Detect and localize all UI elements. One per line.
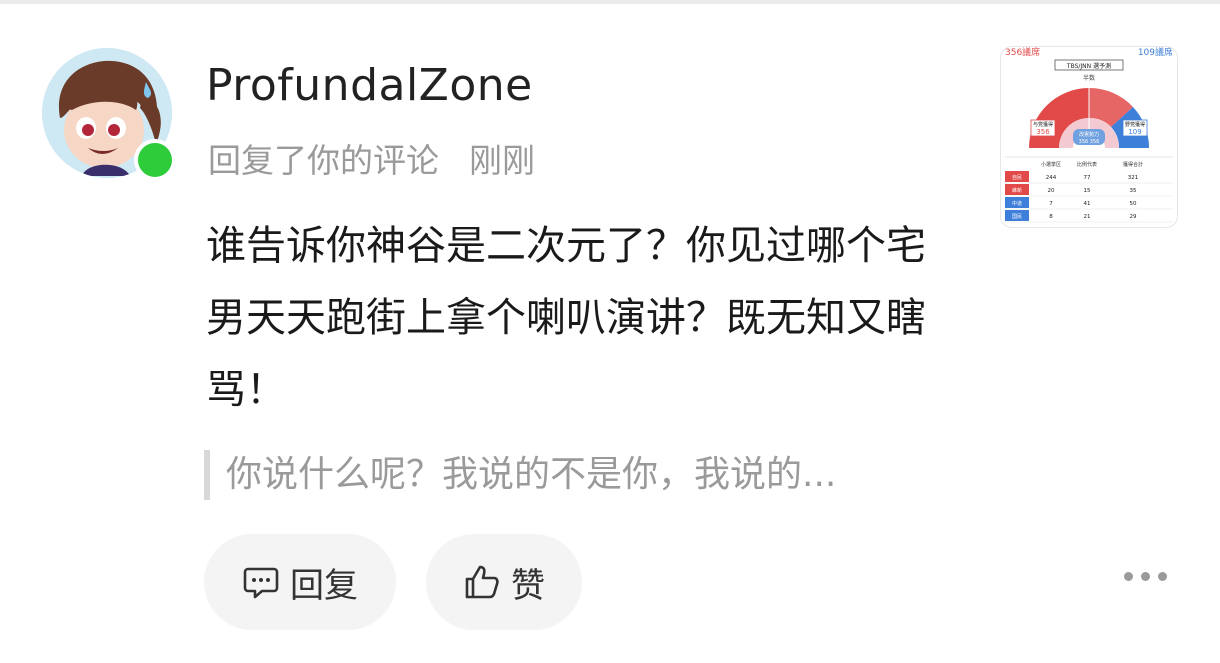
thumb-table-header: 獲得合計 — [1123, 161, 1143, 168]
notification-meta: 回复了你的评论 刚刚 — [208, 134, 535, 182]
thumb-center-label: 改憲勢力 — [1079, 131, 1099, 138]
thumb-table-cell: 7 — [1049, 201, 1053, 207]
like-button[interactable]: 赞 — [426, 534, 582, 630]
thumb-table-cell: 21 — [1084, 214, 1091, 220]
thumb-party-label: 中道 — [1012, 200, 1022, 207]
like-label: 赞 — [511, 565, 545, 606]
thumb-party-label: 自民 — [1012, 174, 1022, 181]
user-avatar[interactable] — [42, 48, 176, 181]
reply-button[interactable]: 回复 — [204, 534, 396, 630]
thumb-opposition-label: 野党獲得 — [1125, 121, 1145, 128]
thumb-table-cell: 29 — [1130, 214, 1137, 220]
thumb-table-header: 小選挙区 — [1041, 161, 1061, 168]
thumb-table-cell: 77 — [1084, 175, 1091, 181]
thumb-center-values: 356 356 — [1079, 139, 1100, 145]
comment-thumbnail-image[interactable]: 356議席 109議席 TBS/JNN 選予測 半数 与党獲得 356 野党獲得… — [1000, 46, 1178, 228]
thumb-ruling-label: 与党獲得 — [1033, 121, 1053, 128]
thumb-table-cell: 8 — [1049, 214, 1053, 220]
username[interactable]: ProfundalZone — [206, 60, 533, 111]
thumb-right-count: 109議席 — [1138, 47, 1173, 58]
comment-text[interactable]: 谁告诉你神谷是二次元了？你见过哪个宅男天天跑街上拿个喇叭演讲？既无知又瞎骂！ — [206, 210, 956, 426]
thumb-ruling-value: 356 — [1036, 128, 1050, 136]
thumb-left-count: 356議席 — [1005, 47, 1040, 58]
thumb-title: TBS/JNN 選予測 — [1066, 62, 1111, 70]
thumb-table-header: 比例代表 — [1077, 161, 1097, 168]
thumb-midline-label: 半数 — [1083, 74, 1095, 82]
thumb-table-cell: 321 — [1128, 175, 1139, 181]
thumb-table-cell: 244 — [1046, 175, 1057, 181]
reply-label: 回复 — [290, 565, 358, 606]
thumbs-up-icon — [465, 565, 499, 599]
thumb-table-cell: 15 — [1084, 188, 1091, 194]
notification-action: 回复了你的评论 — [208, 141, 439, 180]
thumb-table-cell: 41 — [1084, 201, 1091, 207]
comment-icon — [243, 567, 279, 599]
thumb-opposition-value: 109 — [1128, 128, 1141, 136]
more-options-icon[interactable] — [1124, 572, 1167, 581]
thumb-table-cell: 20 — [1048, 188, 1055, 194]
thumb-party-label: 維新 — [1012, 187, 1022, 194]
thumb-table-cell: 35 — [1130, 188, 1137, 194]
online-status-indicator — [134, 139, 176, 181]
quoted-original-comment[interactable]: 你说什么呢？我说的不是你，我说的... — [204, 450, 836, 500]
thumb-table-cell: 50 — [1130, 201, 1137, 207]
notification-time: 刚刚 — [469, 141, 535, 180]
top-divider — [0, 0, 1220, 4]
thumb-party-label: 国民 — [1012, 214, 1022, 220]
